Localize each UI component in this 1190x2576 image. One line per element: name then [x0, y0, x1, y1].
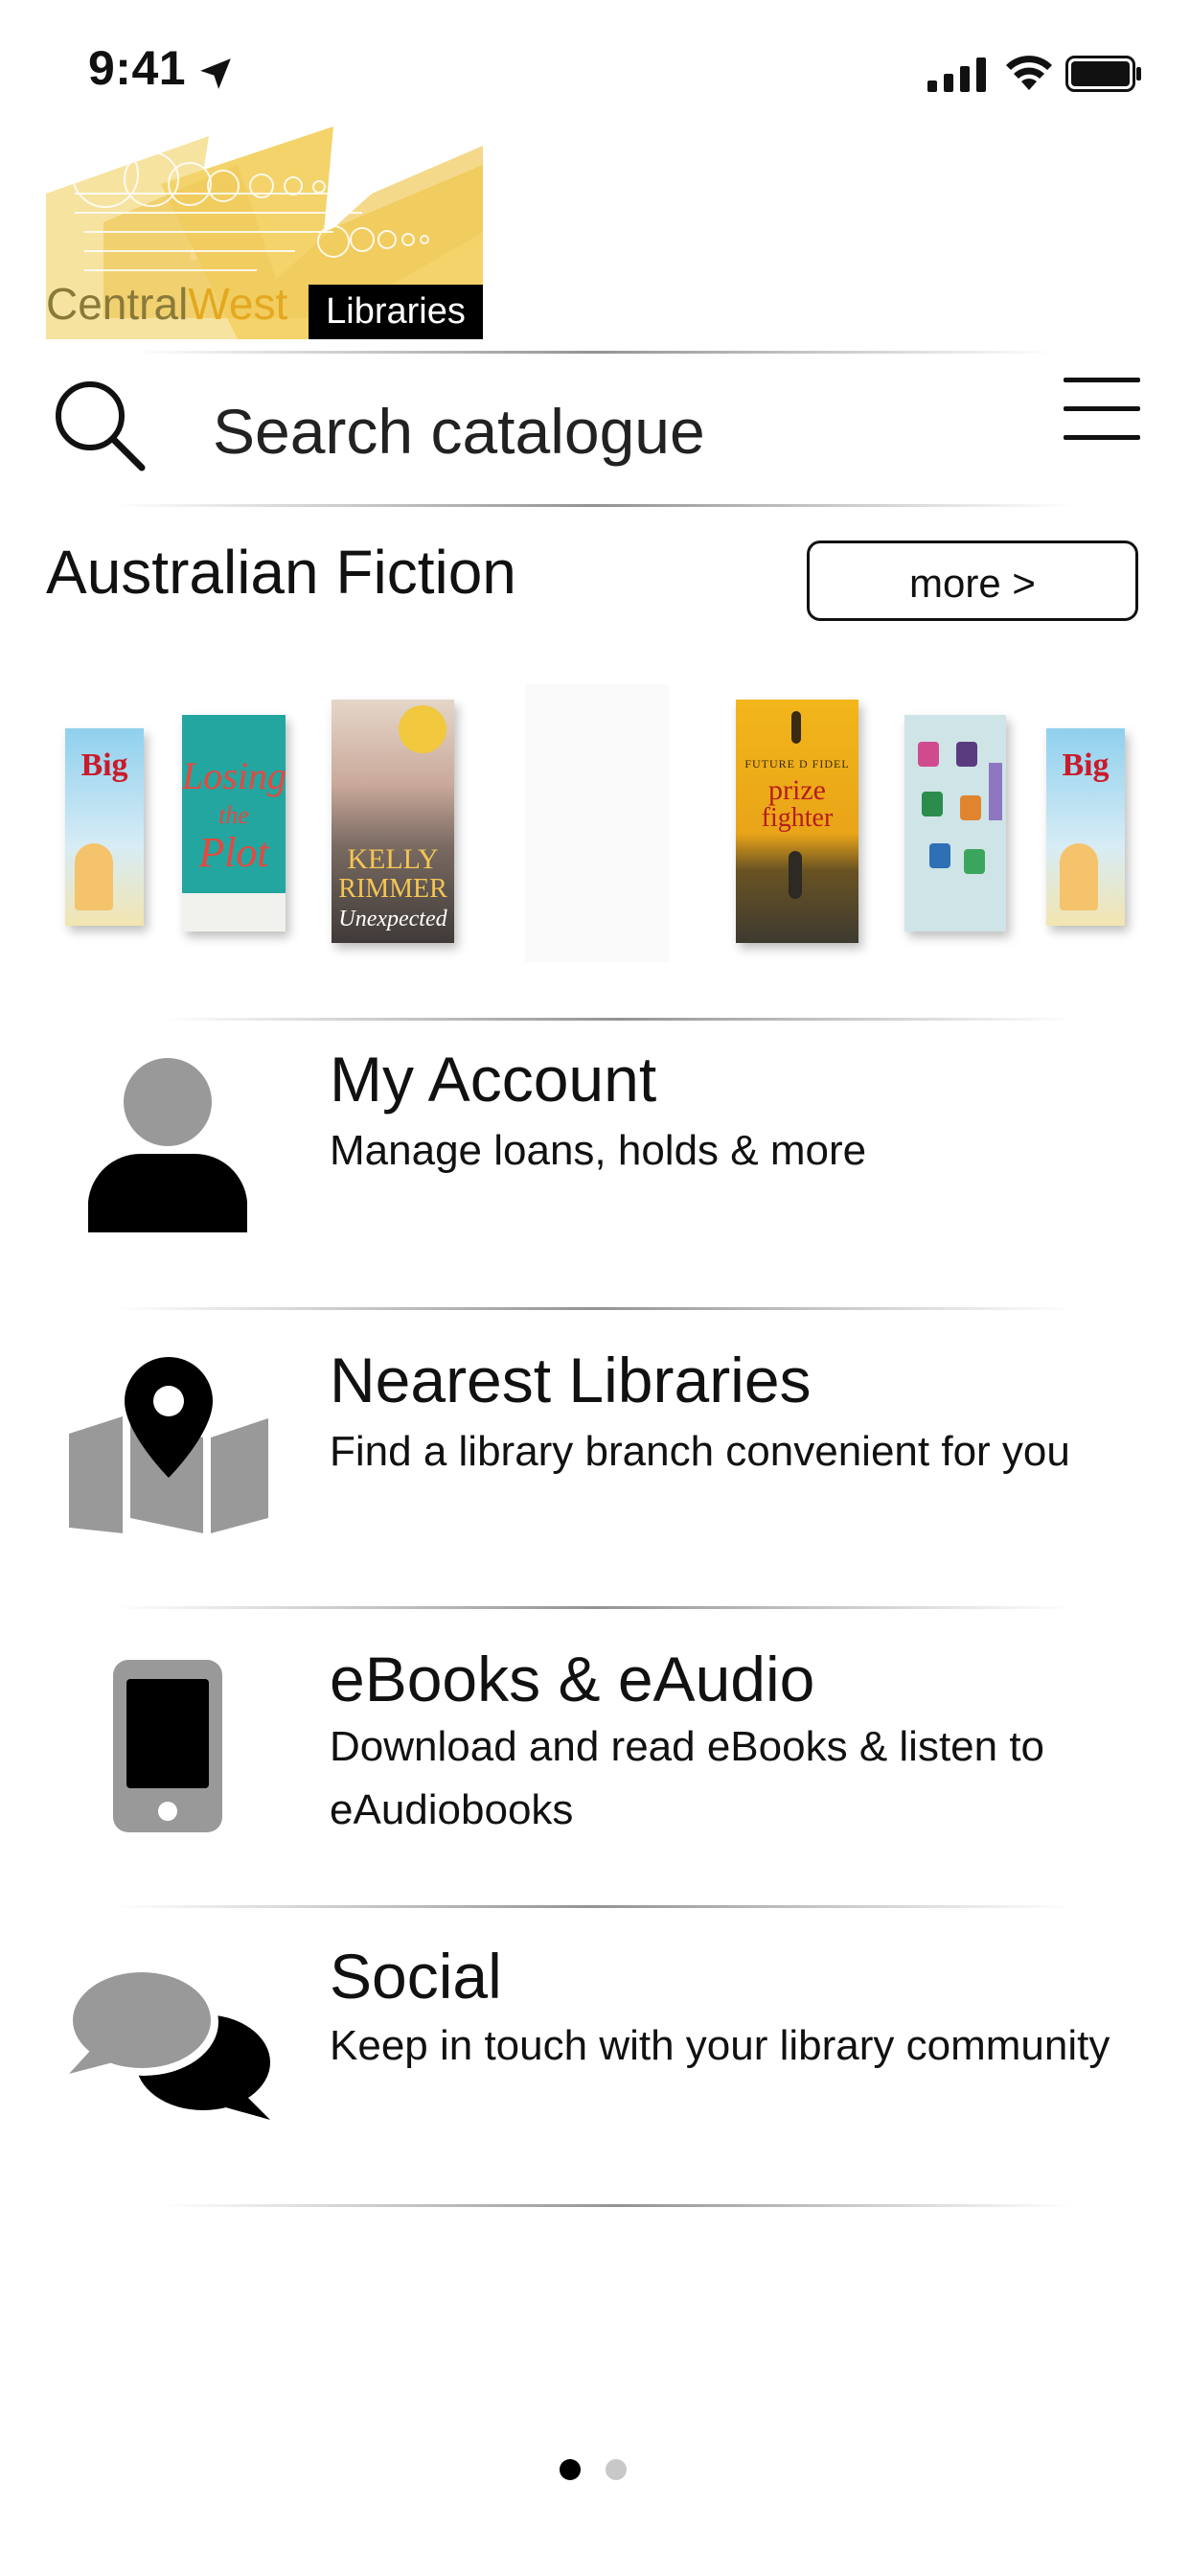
- phone-icon: [113, 1660, 222, 1832]
- menu-item-my-account[interactable]: My Account Manage loans, holds & more: [0, 1025, 1190, 1303]
- menu-item-ebooks-eaudio[interactable]: eBooks & eAudio Download and read eBooks…: [0, 1620, 1190, 1898]
- section-title: Australian Fiction: [46, 538, 516, 607]
- logo-libraries-badge: Libraries: [309, 285, 483, 339]
- battery-icon: [1065, 56, 1141, 92]
- page-indicator[interactable]: [560, 2459, 636, 2484]
- menu-item-title: Social: [330, 1941, 502, 2012]
- book-cover-1[interactable]: Big: [65, 728, 144, 926]
- divider: [134, 351, 1054, 354]
- search-icon[interactable]: [52, 378, 148, 473]
- search-input[interactable]: [192, 383, 981, 479]
- page-dot-active[interactable]: [560, 2459, 581, 2480]
- chat-bubbles-icon: [69, 1968, 270, 2120]
- menu-item-subtitle: Download and read eBooks & listen to eAu…: [330, 1723, 1045, 1833]
- book-cover-6[interactable]: [904, 715, 1006, 932]
- logo-central-text: Central: [46, 279, 189, 329]
- divider: [115, 1905, 1073, 1908]
- page-dot[interactable]: [606, 2459, 627, 2480]
- person-icon: [88, 1058, 247, 1232]
- divider: [115, 1606, 1073, 1609]
- menu-item-subtitle: Manage loans, holds & more: [330, 1127, 867, 1174]
- book-cover-5[interactable]: FUTURE D FIDEL prize fighter: [736, 700, 858, 943]
- menu-item-subtitle: Find a library branch convenient for you: [330, 1428, 1070, 1475]
- wifi-icon: [1006, 56, 1052, 90]
- status-time: 9:41: [88, 41, 187, 95]
- divider: [115, 1307, 1073, 1310]
- book-cover-2[interactable]: Losing the Plot: [182, 715, 286, 932]
- menu-item-title: My Account: [330, 1044, 657, 1115]
- map-pin-icon: [69, 1357, 268, 1533]
- cellular-signal-icon: [927, 58, 986, 92]
- divider: [163, 1018, 1073, 1021]
- book-cover-7[interactable]: Big: [1046, 728, 1125, 926]
- logo-west-text: West: [188, 279, 288, 329]
- logo-wordmark: CentralWest: [46, 278, 287, 330]
- menu-item-social[interactable]: Social Keep in touch with your library c…: [0, 1917, 1190, 2195]
- more-button[interactable]: more >: [807, 540, 1138, 621]
- divider: [163, 2204, 1073, 2207]
- book-cover-3[interactable]: KELLY RIMMER Unexpected: [332, 700, 454, 943]
- hamburger-menu-icon[interactable]: [1064, 376, 1144, 443]
- menu-item-subtitle: Keep in touch with your library communit…: [330, 2022, 1110, 2069]
- divider: [115, 504, 1073, 507]
- menu-item-title: Nearest Libraries: [330, 1345, 812, 1415]
- menu-item-title: eBooks & eAudio: [330, 1644, 815, 1714]
- book-carousel[interactable]: Big Losing the Plot KELLY RIMMER Unexpec…: [0, 671, 1190, 987]
- book-author: FUTURE D FIDEL: [744, 757, 850, 770]
- book-cover-4[interactable]: [525, 684, 669, 962]
- menu-item-nearest-libraries[interactable]: Nearest Libraries Find a library branch …: [0, 1322, 1190, 1600]
- location-arrow-icon: [200, 58, 231, 89]
